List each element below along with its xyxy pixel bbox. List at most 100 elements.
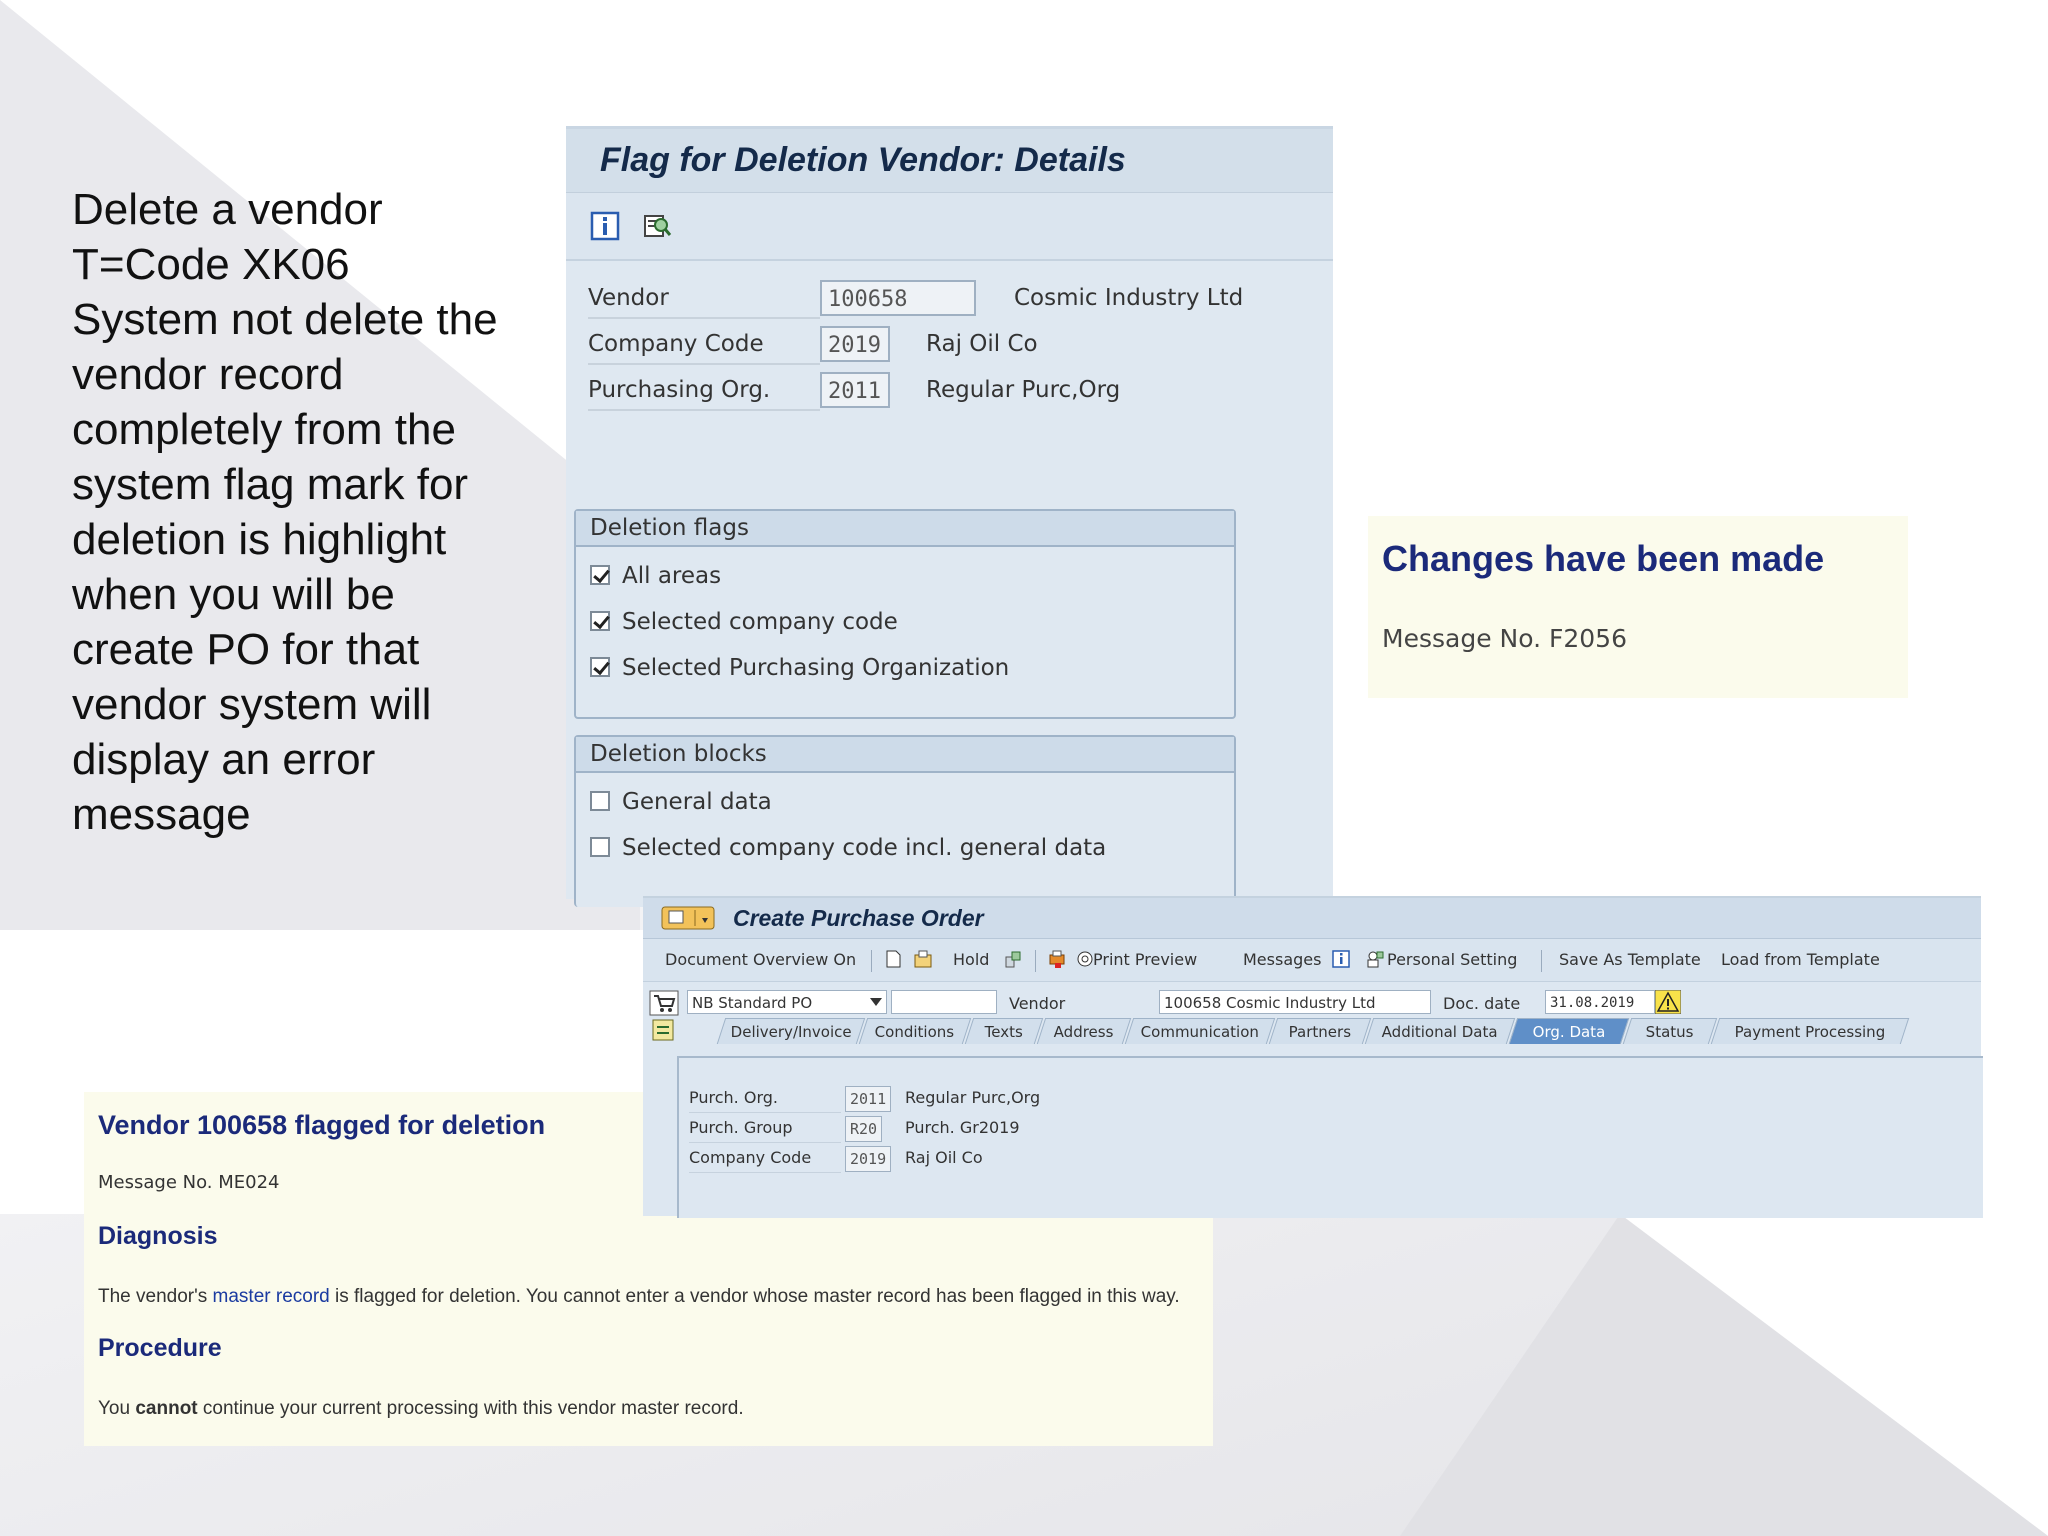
tab-status[interactable]: Status [1622, 1018, 1718, 1044]
tab-label: Additional Data [1381, 1023, 1498, 1041]
checkbox-all-areas[interactable]: All areas [576, 553, 1234, 599]
checkbox-general-data[interactable]: General data [576, 779, 1234, 825]
group-title: Deletion blocks [576, 737, 1234, 773]
print-icon[interactable] [1047, 949, 1067, 969]
tab-label: Org. Data [1532, 1023, 1605, 1041]
checkbox[interactable] [590, 565, 610, 585]
messages-button[interactable]: Messages [1243, 950, 1321, 969]
tab-partners[interactable]: Partners [1268, 1018, 1372, 1044]
group-title: Deletion flags [576, 511, 1234, 547]
diagnosis-text-part: is flagged for deletion. You cannot ente… [329, 1286, 1180, 1307]
purch-group-desc: Purch. Gr2019 [905, 1118, 1020, 1137]
checkbox-label: Selected company code incl. general data [622, 835, 1107, 861]
diagnosis-text-part: The vendor's [98, 1286, 213, 1307]
window-title-bar: Create Purchase Order [643, 898, 1981, 939]
create-po-window: Create Purchase Order Document Overview … [643, 896, 1983, 1218]
intro-line: T=Code XK06 [72, 240, 350, 289]
chevron-down-icon[interactable] [870, 998, 882, 1006]
checkbox[interactable] [590, 837, 610, 857]
company-code-field[interactable]: 2019 [845, 1146, 892, 1172]
purch-org-desc: Regular Purc,Org [905, 1088, 1041, 1107]
tab-texts[interactable]: Texts [964, 1018, 1044, 1044]
vendor-label: Vendor [588, 279, 820, 319]
checkbox[interactable] [590, 611, 610, 631]
message-number: Message No. F2056 [1382, 624, 1627, 653]
tab-address[interactable]: Address [1036, 1018, 1132, 1044]
order-type-select[interactable]: NB Standard PO [687, 990, 887, 1014]
window-title: Create Purchase Order [733, 905, 984, 931]
application-toolbar: Document Overview On Hold Print Preview … [643, 939, 1981, 982]
company-code-field[interactable]: 2019 [820, 326, 890, 362]
checkbox-company-code-incl-general[interactable]: Selected company code incl. general data [576, 825, 1234, 871]
cart-icon[interactable] [649, 990, 679, 1016]
separator [1541, 950, 1542, 972]
checkbox-label: Selected company code [622, 609, 898, 635]
intro-line: vendor system will [72, 680, 432, 729]
vendor-field[interactable]: 100658 [820, 280, 976, 316]
doc-date-field[interactable]: 31.08.2019 [1545, 990, 1655, 1014]
tab-conditions[interactable]: Conditions [858, 1018, 972, 1044]
document-overview-button[interactable]: Document Overview On [665, 950, 856, 969]
purch-org-name: Regular Purc,Org [926, 377, 1121, 403]
tab-payment-processing[interactable]: Payment Processing [1710, 1018, 1910, 1044]
hold-button[interactable]: Hold [953, 950, 989, 969]
tab-label: Texts [984, 1023, 1023, 1041]
procedure-heading: Procedure [98, 1334, 222, 1362]
tab-label: Payment Processing [1734, 1023, 1885, 1041]
deletion-flags-group: Deletion flags All areas Selected compan… [574, 509, 1236, 719]
tab-delivery-invoice[interactable]: Delivery/Invoice [716, 1018, 866, 1044]
info-icon[interactable] [1331, 949, 1351, 969]
check-icon[interactable] [1003, 949, 1023, 969]
procedure-text-part: continue your current processing with th… [197, 1398, 744, 1419]
org-data-panel: Purch. Org. 2011 Regular Purc,Org Purch.… [677, 1056, 1983, 1218]
tab-label: Delivery/Invoice [730, 1023, 852, 1041]
warning-icon[interactable] [1655, 990, 1681, 1014]
tab-label: Address [1053, 1023, 1114, 1041]
intro-line: create PO for that [72, 625, 420, 674]
message-title: Changes have been made [1382, 538, 1825, 579]
print-preview-icon[interactable] [1075, 949, 1095, 969]
menu-icon[interactable] [661, 906, 715, 930]
company-code-label: Company Code [689, 1144, 841, 1173]
display-search-icon[interactable] [642, 211, 672, 241]
vendor-name: Cosmic Industry Ltd [1014, 285, 1244, 311]
diagnosis-heading: Diagnosis [98, 1222, 218, 1250]
procedure-text-part: You [98, 1398, 136, 1419]
po-number-field[interactable] [891, 990, 997, 1014]
intro-line: display an error [72, 735, 376, 784]
purch-org-field[interactable]: 2011 [820, 372, 890, 408]
intro-line: when you will be [72, 570, 395, 619]
intro-line: Delete a vendor [72, 185, 383, 234]
vendor-label: Vendor [1009, 994, 1066, 1013]
new-document-icon[interactable] [883, 949, 903, 969]
vendor-field[interactable]: 100658 Cosmic Industry Ltd [1159, 990, 1431, 1014]
checkbox-selected-company-code[interactable]: Selected company code [576, 599, 1234, 645]
separator [1035, 950, 1036, 972]
load-from-template-button[interactable]: Load from Template [1721, 950, 1880, 969]
toolbar [566, 193, 1333, 261]
personal-setting-button[interactable]: Personal Setting [1387, 950, 1517, 969]
master-record-link[interactable]: master record [213, 1286, 330, 1307]
save-as-template-button[interactable]: Save As Template [1559, 950, 1701, 969]
intro-line: vendor record [72, 350, 344, 399]
open-folder-icon[interactable] [913, 949, 933, 969]
tab-label: Partners [1288, 1023, 1351, 1041]
flag-deletion-window: Flag for Deletion Vendor: Details Vendor… [566, 126, 1333, 907]
tab-org-data[interactable]: Org. Data [1508, 1018, 1630, 1044]
checkbox-label: General data [622, 789, 772, 815]
purch-group-field[interactable]: R20 [845, 1116, 883, 1142]
po-header-area: NB Standard PO Vendor 100658 Cosmic Indu… [643, 982, 1981, 1048]
checkbox-selected-purch-org[interactable]: Selected Purchasing Organization [576, 645, 1234, 691]
diagnosis-text: The vendor's master record is flagged fo… [98, 1286, 1180, 1308]
purch-org-field[interactable]: 2011 [845, 1086, 892, 1112]
checkbox-label: Selected Purchasing Organization [622, 655, 1010, 681]
checkbox[interactable] [590, 791, 610, 811]
checkbox[interactable] [590, 657, 610, 677]
tab-additional-data[interactable]: Additional Data [1364, 1018, 1516, 1044]
tab-communication[interactable]: Communication [1124, 1018, 1276, 1044]
header-toggle-icon[interactable] [651, 1018, 675, 1042]
print-preview-button[interactable]: Print Preview [1093, 950, 1197, 969]
personal-setting-icon[interactable] [1365, 949, 1385, 969]
info-icon[interactable] [590, 211, 620, 241]
intro-line: System not delete the [72, 295, 498, 344]
